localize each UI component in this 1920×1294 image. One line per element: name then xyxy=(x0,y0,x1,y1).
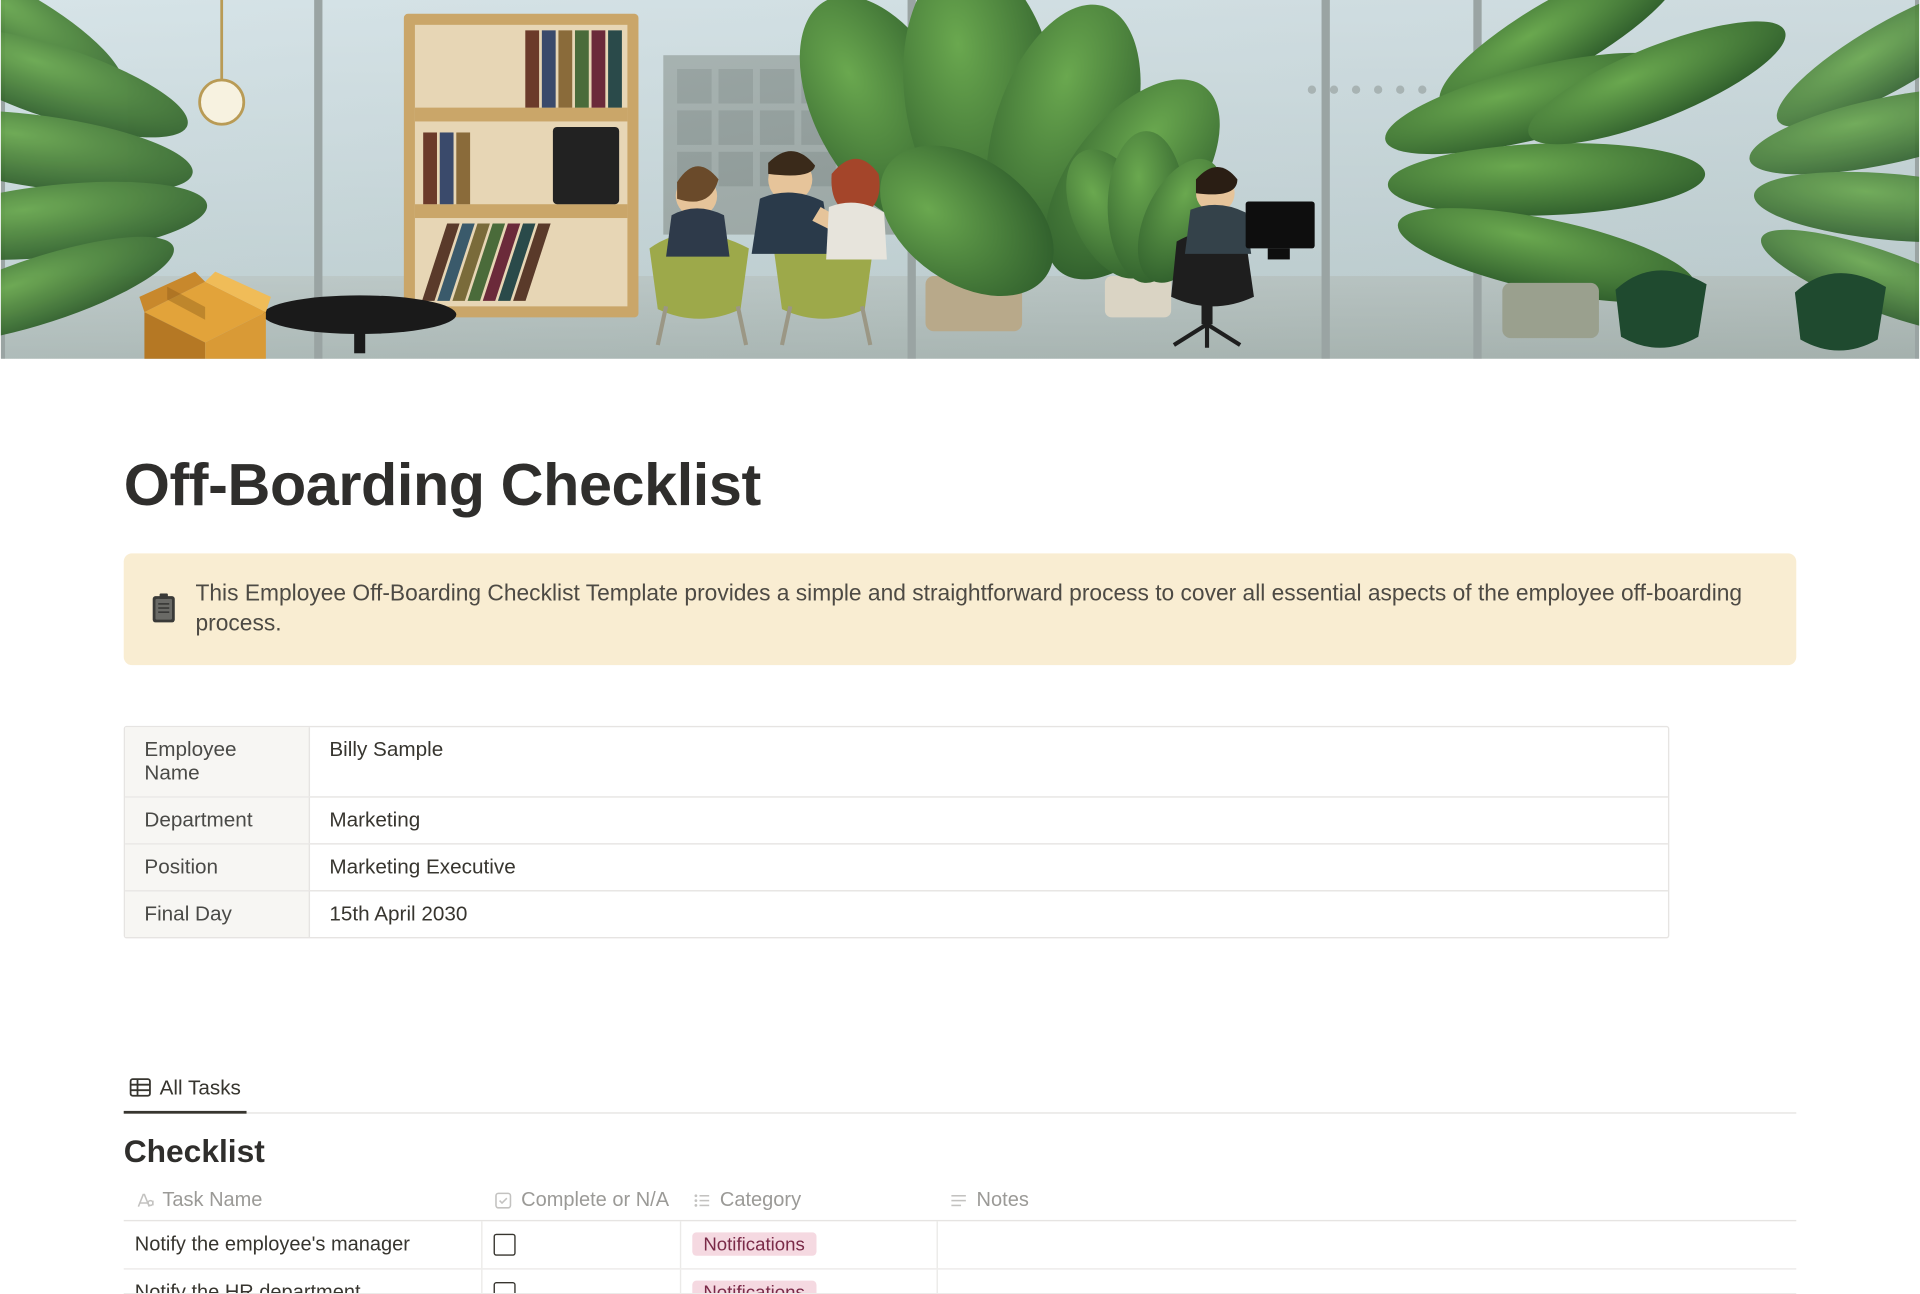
info-value[interactable]: 15th April 2030 xyxy=(310,891,1668,937)
info-value[interactable]: Billy Sample xyxy=(310,727,1668,796)
view-tabs: All Tasks xyxy=(124,1067,1797,1113)
cell-task[interactable]: Notify the employee's manager xyxy=(124,1221,483,1268)
cell-complete[interactable] xyxy=(483,1221,682,1268)
cell-complete[interactable] xyxy=(483,1269,682,1294)
checklist-title: Checklist xyxy=(124,1132,1797,1169)
info-row: Department Marketing xyxy=(125,797,1668,844)
cover-image xyxy=(1,0,1919,359)
col-complete[interactable]: Complete or N/A xyxy=(483,1181,682,1220)
page-title: Off-Boarding Checklist xyxy=(124,453,1797,521)
list-icon xyxy=(692,1190,711,1209)
info-label: Final Day xyxy=(125,891,310,937)
callout-text: This Employee Off-Boarding Checklist Tem… xyxy=(195,578,1768,639)
tab-label: All Tasks xyxy=(160,1076,241,1099)
info-row: Final Day 15th April 2030 xyxy=(125,891,1668,937)
info-value[interactable]: Marketing xyxy=(310,797,1668,843)
checklist-header: Task Name Complete or N/A Category xyxy=(124,1181,1797,1221)
page-icon-box xyxy=(129,269,281,359)
cell-notes[interactable] xyxy=(938,1269,1796,1294)
checkbox[interactable] xyxy=(494,1281,516,1293)
cell-notes[interactable] xyxy=(938,1221,1796,1268)
checkbox-icon xyxy=(494,1190,513,1209)
callout: This Employee Off-Boarding Checklist Tem… xyxy=(124,553,1797,664)
lines-icon xyxy=(949,1190,968,1209)
info-row: Employee Name Billy Sample xyxy=(125,727,1668,797)
col-notes[interactable]: Notes xyxy=(938,1181,1796,1220)
info-label: Employee Name xyxy=(125,727,310,796)
info-label: Department xyxy=(125,797,310,843)
cell-task[interactable]: Notify the HR department xyxy=(124,1269,483,1294)
cell-category[interactable]: Notifications xyxy=(681,1269,938,1294)
clipboard-icon xyxy=(151,594,176,624)
checklist-row[interactable]: Notify the employee's manager Notificati… xyxy=(124,1221,1797,1269)
info-label: Position xyxy=(125,844,310,890)
info-table: Employee Name Billy Sample Department Ma… xyxy=(124,725,1670,938)
info-row: Position Marketing Executive xyxy=(125,844,1668,891)
cell-category[interactable]: Notifications xyxy=(681,1221,938,1268)
checkbox[interactable] xyxy=(494,1233,516,1255)
category-tag: Notifications xyxy=(692,1232,816,1255)
col-category[interactable]: Category xyxy=(681,1181,938,1220)
table-icon xyxy=(129,1076,151,1098)
tab-all-tasks[interactable]: All Tasks xyxy=(124,1067,247,1113)
category-tag: Notifications xyxy=(692,1281,816,1294)
col-task-name[interactable]: Task Name xyxy=(124,1181,483,1220)
checklist-table: Task Name Complete or N/A Category xyxy=(124,1181,1797,1294)
info-value[interactable]: Marketing Executive xyxy=(310,844,1668,890)
checklist-row[interactable]: Notify the HR department Notifications xyxy=(124,1269,1797,1294)
text-icon xyxy=(135,1190,154,1209)
